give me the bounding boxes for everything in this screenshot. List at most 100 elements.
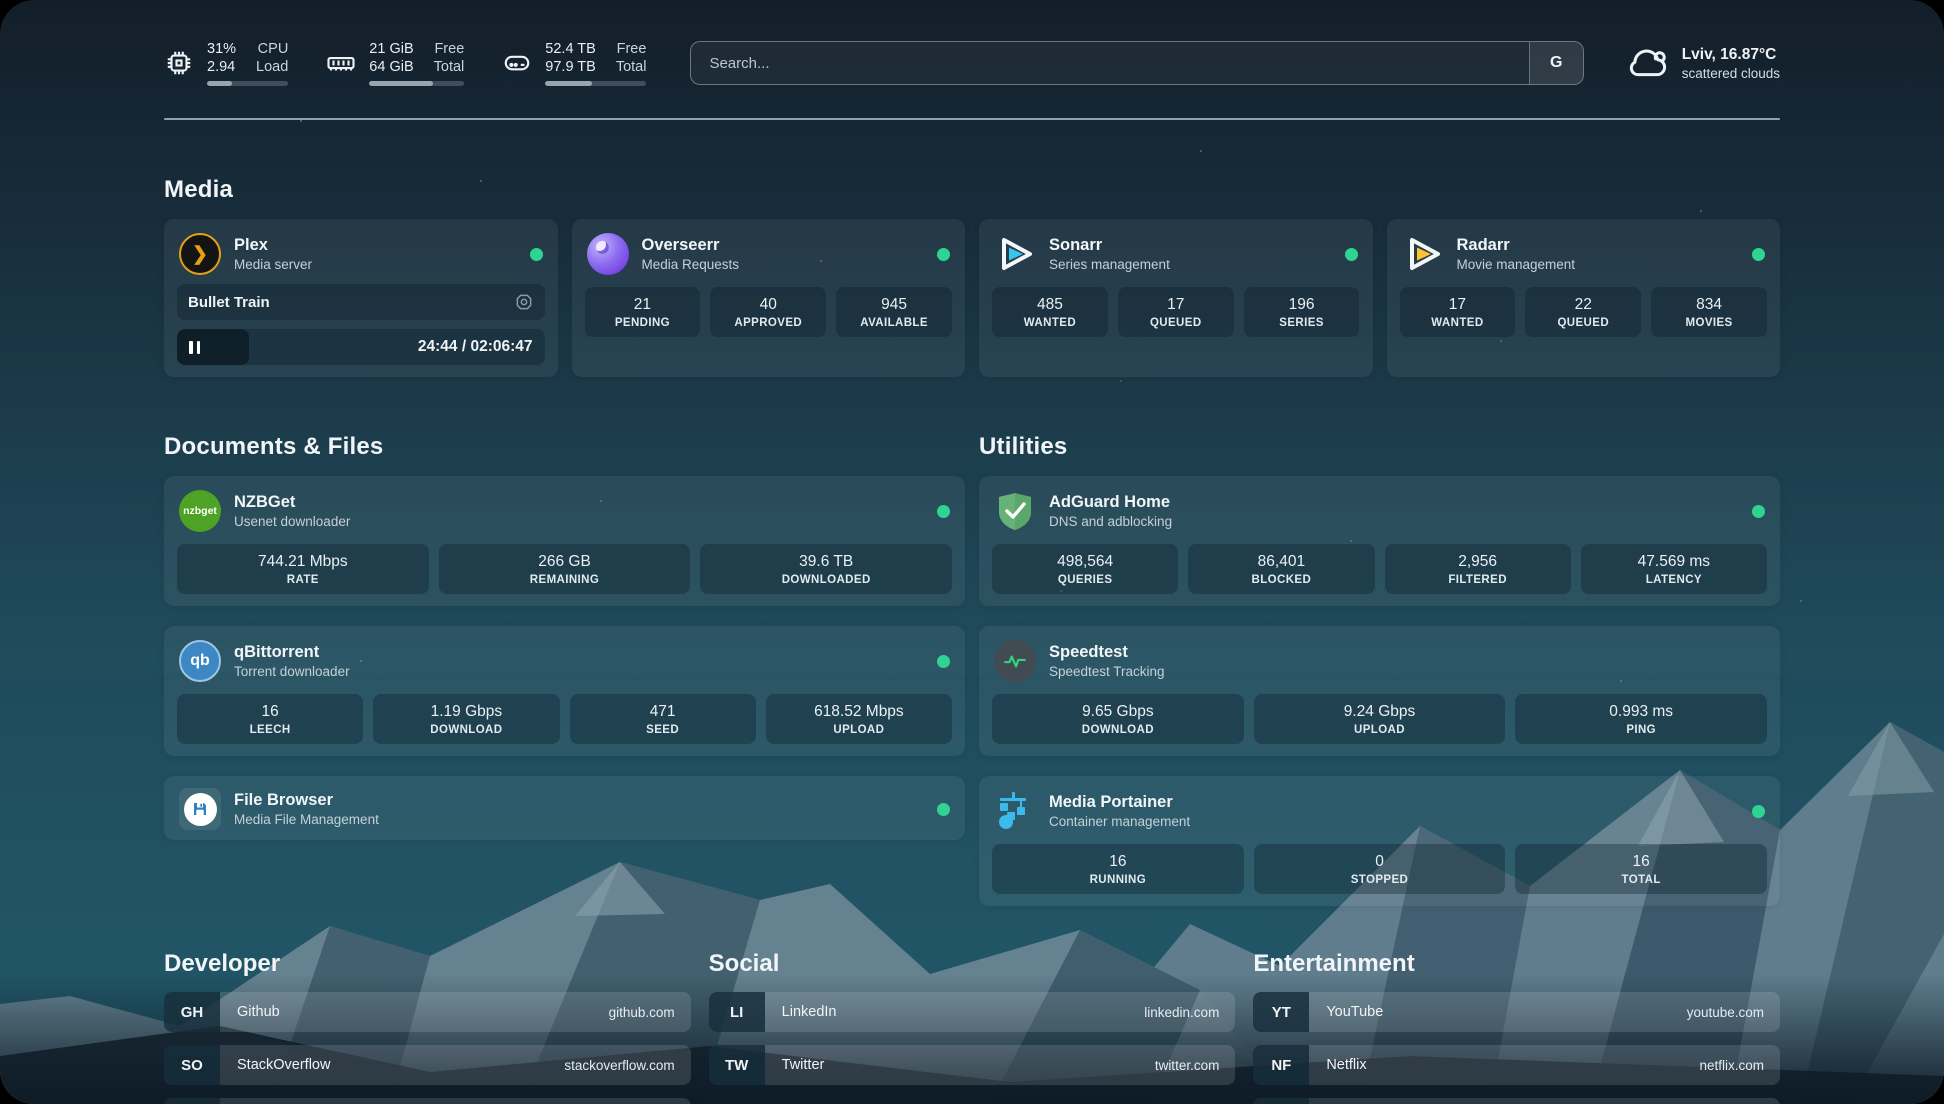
- bookmark-abbr: NF: [1253, 1045, 1309, 1085]
- stat-label: AVAILABLE: [838, 317, 950, 329]
- bookmark-url: netflix.com: [1699, 1045, 1780, 1085]
- service-name: NZBGet: [234, 493, 350, 512]
- service-description: Series management: [1049, 257, 1170, 272]
- bookmark-twitter[interactable]: TW Twitter twitter.com: [709, 1045, 1236, 1085]
- status-dot: [1752, 248, 1765, 261]
- bookmark-reddit[interactable]: RE Reddit reddit.com: [1253, 1098, 1780, 1104]
- service-link-filebrowser[interactable]: File Browser Media File Management: [177, 786, 952, 830]
- bookmark-stackoverflow[interactable]: SO StackOverflow stackoverflow.com: [164, 1045, 691, 1085]
- stats-row: 744.21 Mbps RATE 266 GB REMAINING 39.6 T…: [177, 544, 952, 594]
- service-link-nzbget[interactable]: nzbget NZBGet Usenet downloader: [177, 488, 952, 532]
- service-description: Media File Management: [234, 812, 379, 827]
- stat-value: 22: [1527, 296, 1639, 314]
- service-link-adguard[interactable]: AdGuard Home DNS and adblocking: [992, 488, 1767, 532]
- bookmark-label: DEV: [220, 1098, 639, 1104]
- bookmark-label: Github: [220, 992, 609, 1032]
- stat-box: 834 MOVIES: [1651, 287, 1767, 337]
- stats-row: 16 RUNNING 0 STOPPED 16 TOTAL: [992, 844, 1767, 894]
- memory-icon: [326, 48, 356, 78]
- sonarr-logo: [994, 233, 1036, 275]
- service-link-plex[interactable]: ❯ Plex Media server: [177, 231, 545, 275]
- stat-value: 1.19 Gbps: [375, 703, 557, 721]
- service-description: Usenet downloader: [234, 514, 350, 529]
- bookmark-github[interactable]: GH Github github.com: [164, 992, 691, 1032]
- bookmark-label: YouTube: [1309, 992, 1686, 1032]
- speedtest-logo: [994, 640, 1036, 682]
- bookmark-group-title: Developer: [164, 950, 691, 978]
- service-card-speedtest: Speedtest Speedtest Tracking 9.65 Gbps D…: [979, 626, 1780, 756]
- service-card-nzbget: nzbget NZBGet Usenet downloader 744.21 M…: [164, 476, 965, 606]
- stat-box: 618.52 Mbps UPLOAD: [766, 694, 952, 744]
- stat-box: 9.24 Gbps UPLOAD: [1254, 694, 1506, 744]
- adguard-logo: [994, 490, 1036, 532]
- section-utilities: Utilities: [979, 377, 1780, 906]
- service-link-sonarr[interactable]: Sonarr Series management: [992, 231, 1360, 275]
- stat-label: LATENCY: [1583, 574, 1765, 586]
- service-card-qbittorrent: qb qBittorrent Torrent downloader 16 LEE…: [164, 626, 965, 756]
- bookmark-abbr: TW: [709, 1045, 765, 1085]
- stat-value: 21: [587, 296, 699, 314]
- stat-value: 471: [572, 703, 754, 721]
- stat-value: 498,564: [994, 553, 1176, 571]
- bookmark-url: youtube.com: [1687, 992, 1780, 1032]
- resource-widgets: 31% 2.94 CPU Load: [164, 40, 646, 86]
- stat-box: 471 SEED: [570, 694, 756, 744]
- service-link-radarr[interactable]: Radarr Movie management: [1400, 231, 1768, 275]
- service-card-plex: ❯ Plex Media server Bullet Train: [164, 219, 558, 377]
- cpu-progress-track: [207, 81, 288, 86]
- stat-box: 0 STOPPED: [1254, 844, 1506, 894]
- bookmark-dev[interactable]: DT DEV dev.to: [164, 1098, 691, 1104]
- bookmark-linkedin[interactable]: LI LinkedIn linkedin.com: [709, 992, 1236, 1032]
- memory-progress-track: [369, 81, 464, 86]
- search-input[interactable]: [691, 42, 1528, 84]
- bookmark-abbr: LI: [709, 992, 765, 1032]
- bookmark-url: dev.to: [639, 1098, 691, 1104]
- service-description: Speedtest Tracking: [1049, 664, 1165, 679]
- stat-label: APPROVED: [712, 317, 824, 329]
- service-link-speedtest[interactable]: Speedtest Speedtest Tracking: [992, 638, 1767, 682]
- stat-box: 16 RUNNING: [992, 844, 1244, 894]
- cpu-load-value: 2.94: [207, 58, 236, 76]
- bookmark-group-social: Social LI LinkedIn linkedin.com TW Twitt…: [709, 950, 1236, 1104]
- search-bar: G: [690, 41, 1583, 85]
- stat-label: STOPPED: [1256, 874, 1504, 886]
- stat-box: 945 AVAILABLE: [836, 287, 952, 337]
- radarr-logo: [1402, 233, 1444, 275]
- stat-value: 16: [994, 853, 1242, 871]
- stat-box: 196 SERIES: [1244, 287, 1360, 337]
- overseerr-logo: [587, 233, 629, 275]
- disk-free-value: 52.4 TB: [545, 40, 596, 58]
- pause-icon[interactable]: [189, 341, 200, 354]
- stat-value: 834: [1653, 296, 1765, 314]
- stat-box: 47.569 ms LATENCY: [1581, 544, 1767, 594]
- stat-value: 47.569 ms: [1583, 553, 1765, 571]
- service-link-portainer[interactable]: Media Portainer Container management: [992, 788, 1767, 832]
- stat-label: PING: [1517, 724, 1765, 736]
- bookmark-url: twitter.com: [1155, 1045, 1236, 1085]
- bookmark-abbr: RE: [1253, 1098, 1309, 1104]
- service-description: Container management: [1049, 814, 1190, 829]
- service-description: Media Requests: [642, 257, 740, 272]
- search-provider-button[interactable]: G: [1529, 42, 1583, 84]
- bookmark-netflix[interactable]: NF Netflix netflix.com: [1253, 1045, 1780, 1085]
- bookmark-url: github.com: [609, 992, 691, 1032]
- pulse-icon: [1002, 648, 1028, 674]
- stat-value: 16: [179, 703, 361, 721]
- memory-free-value: 21 GiB: [369, 40, 413, 58]
- portainer-logo: [994, 790, 1036, 832]
- bookmark-url: reddit.com: [1701, 1098, 1780, 1104]
- cpu-progress-fill: [207, 81, 232, 86]
- service-link-qbittorrent[interactable]: qb qBittorrent Torrent downloader: [177, 638, 952, 682]
- service-link-overseerr[interactable]: Overseerr Media Requests: [585, 231, 953, 275]
- stat-value: 40: [712, 296, 824, 314]
- cloud-icon: [1628, 43, 1668, 83]
- stat-value: 744.21 Mbps: [179, 553, 427, 571]
- bookmark-label: Reddit: [1309, 1098, 1701, 1104]
- playback-time: 24:44 / 02:06:47: [418, 338, 545, 356]
- bookmark-youtube[interactable]: YT YouTube youtube.com: [1253, 992, 1780, 1032]
- bookmark-label: Twitter: [765, 1045, 1155, 1085]
- service-name: AdGuard Home: [1049, 493, 1172, 512]
- cpu-label: CPU: [256, 40, 288, 58]
- status-dot: [530, 248, 543, 261]
- stat-label: QUEUED: [1527, 317, 1639, 329]
